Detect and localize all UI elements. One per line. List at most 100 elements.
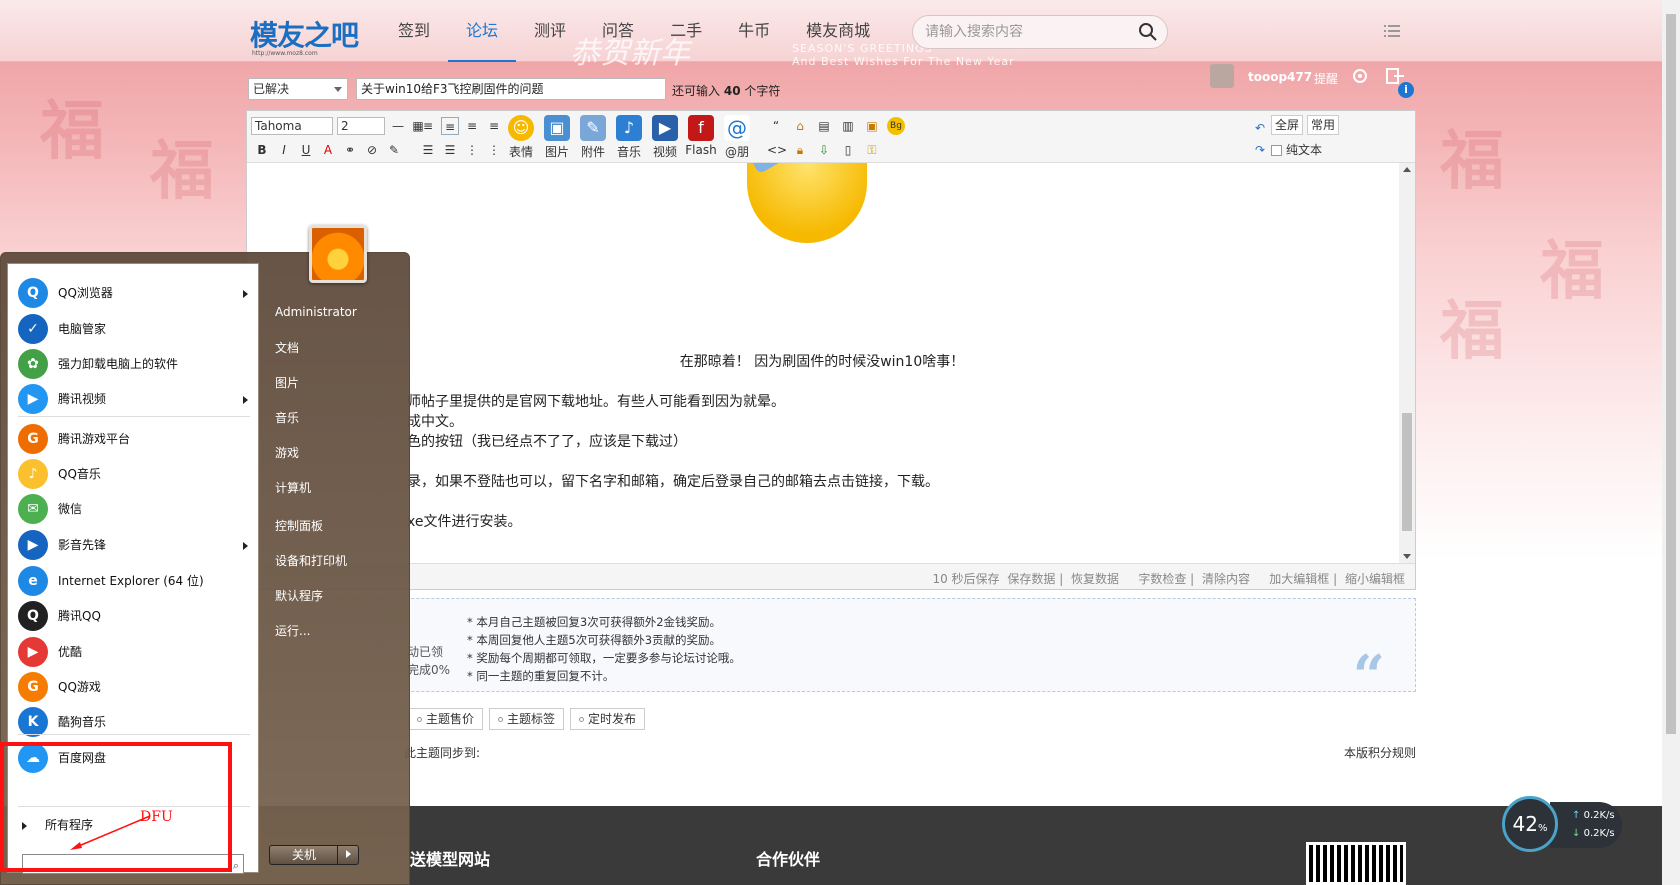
- free-icon[interactable]: ▤: [815, 117, 833, 135]
- nav-item-mall[interactable]: 模友商城: [788, 0, 888, 62]
- font-color-icon[interactable]: A: [319, 141, 337, 159]
- title-field[interactable]: 关于win10给F3飞控刷固件的问题: [356, 78, 666, 100]
- user-picture[interactable]: [309, 225, 367, 283]
- lock-icon[interactable]: 🔒︎: [791, 141, 809, 159]
- link-icon[interactable]: ⚭: [341, 141, 359, 159]
- horizontal-rule-icon[interactable]: —: [389, 117, 407, 135]
- start-link-default-programs[interactable]: 默认程序: [275, 587, 323, 604]
- editor-content[interactable]: 在那晾着！ 因为刷固件的时候没win10啥事！ 师帖子里提供的是官网下载地址。有…: [247, 163, 1397, 563]
- font-size-select[interactable]: 2: [337, 117, 385, 135]
- password-icon[interactable]: ⚿: [863, 141, 881, 159]
- float-left-icon[interactable]: ☰: [419, 141, 437, 159]
- underline-icon[interactable]: U: [297, 141, 315, 159]
- nav-item-coins[interactable]: 牛币: [720, 0, 788, 62]
- quote-icon[interactable]: “: [767, 117, 785, 135]
- restore-data-link[interactable]: 恢复数据: [1071, 572, 1119, 586]
- start-program-item[interactable]: ✉ 微信: [14, 492, 254, 526]
- start-program-item[interactable]: Q QQ浏览器: [14, 276, 254, 310]
- avatar[interactable]: [1210, 64, 1234, 88]
- search-input[interactable]: 请输入搜索内容: [912, 15, 1168, 49]
- start-program-item[interactable]: G QQ游戏: [14, 670, 254, 704]
- nav-item-review[interactable]: 测评: [516, 0, 584, 62]
- image-button[interactable]: ▣ 图片: [541, 115, 573, 160]
- status-select[interactable]: 已解决: [248, 78, 348, 100]
- start-program-item[interactable]: ♪ QQ音乐: [14, 457, 254, 491]
- memory-usage-circle[interactable]: 42%: [1502, 796, 1558, 852]
- align-center-icon[interactable]: ≡: [441, 117, 459, 135]
- start-link-computer[interactable]: 计算机: [275, 479, 311, 496]
- video-button[interactable]: ▶ 视频: [649, 115, 681, 160]
- download-icon[interactable]: ⇩: [815, 141, 833, 159]
- start-program-item[interactable]: G 腾讯游戏平台: [14, 422, 254, 456]
- align-justify-icon[interactable]: ≡: [485, 117, 503, 135]
- notification-link[interactable]: 提醒: [1314, 70, 1338, 87]
- start-program-item[interactable]: ▶ 优酷: [14, 635, 254, 669]
- editor-scrollbar[interactable]: [1399, 163, 1415, 563]
- word-count-link[interactable]: 字数检查: [1138, 572, 1186, 586]
- start-program-item[interactable]: e Internet Explorer (64 位): [14, 564, 254, 598]
- start-link-devices[interactable]: 设备和打印机: [275, 552, 347, 569]
- plain-text-toggle[interactable]: 纯文本: [1271, 141, 1322, 158]
- start-link-games[interactable]: 游戏: [275, 444, 299, 461]
- clear-format-icon[interactable]: ✎: [385, 141, 403, 159]
- tab-tags[interactable]: 主题标签: [489, 708, 565, 730]
- music-button[interactable]: ♪ 音乐: [613, 115, 645, 160]
- index-icon[interactable]: ▥: [839, 117, 857, 135]
- background-icon[interactable]: Bg: [887, 117, 905, 135]
- start-link-pictures[interactable]: 图片: [275, 374, 299, 391]
- scrollbar-thumb[interactable]: [1402, 413, 1412, 531]
- unlink-icon[interactable]: ⊘: [363, 141, 381, 159]
- checkbox[interactable]: [1271, 145, 1282, 156]
- redo-icon[interactable]: ↷: [1251, 141, 1269, 159]
- italic-icon[interactable]: I: [275, 141, 293, 159]
- align-right-icon[interactable]: ≡: [463, 117, 481, 135]
- search-icon[interactable]: [1138, 22, 1158, 42]
- shutdown-options-icon[interactable]: [337, 845, 359, 865]
- mention-button[interactable]: @ @朋: [721, 115, 753, 160]
- start-link-run[interactable]: 运行...: [275, 622, 310, 639]
- flash-button[interactable]: f Flash: [685, 115, 717, 157]
- menu-icon[interactable]: [1384, 24, 1400, 38]
- nav-item-forum[interactable]: 论坛: [448, 0, 517, 62]
- fullscreen-button[interactable]: 全屏: [1271, 115, 1304, 135]
- start-link-administrator[interactable]: Administrator: [275, 305, 357, 319]
- save-data-link[interactable]: 保存数据: [1007, 572, 1055, 586]
- scroll-down-icon[interactable]: [1403, 554, 1411, 559]
- start-link-music[interactable]: 音乐: [275, 409, 299, 426]
- nav-item-secondhand[interactable]: 二手: [652, 0, 720, 62]
- page-icon[interactable]: ▯: [839, 141, 857, 159]
- enlarge-editor-link[interactable]: 加大编辑框: [1269, 572, 1329, 586]
- nav-item-signin[interactable]: 签到: [380, 0, 448, 62]
- attachment-button[interactable]: ✎ 附件: [577, 115, 609, 160]
- common-button[interactable]: 常用: [1307, 115, 1340, 135]
- tab-price[interactable]: 主题售价: [408, 708, 484, 730]
- scroll-up-icon[interactable]: [1403, 167, 1411, 172]
- code-icon[interactable]: <>: [767, 141, 787, 159]
- network-speed-widget[interactable]: ↑ 0.2K/s ↓ 0.2K/s 42%: [1502, 796, 1622, 858]
- page-scrollbar[interactable]: [1662, 0, 1680, 885]
- ordered-list-icon[interactable]: ⋮: [463, 141, 481, 159]
- nav-item-qa[interactable]: 问答: [584, 0, 652, 62]
- scrollbar-thumb[interactable]: [1666, 14, 1676, 734]
- undo-icon[interactable]: ↶: [1251, 119, 1269, 137]
- unordered-list-icon[interactable]: ⋮: [485, 141, 503, 159]
- shrink-editor-link[interactable]: 缩小编辑框: [1345, 572, 1405, 586]
- font-select[interactable]: Tahoma: [251, 117, 333, 135]
- template-icon[interactable]: ▣: [863, 117, 881, 135]
- info-icon[interactable]: i: [1398, 82, 1414, 98]
- gear-icon[interactable]: [1350, 66, 1370, 86]
- float-right-icon[interactable]: ☰: [441, 141, 459, 159]
- start-program-item[interactable]: ✓ 电脑管家: [14, 312, 254, 346]
- clear-content-link[interactable]: 清除内容: [1202, 572, 1250, 586]
- site-logo[interactable]: 模友之吧 http://www.moz8.com: [250, 14, 359, 57]
- username[interactable]: tooop477: [1248, 70, 1312, 84]
- start-program-item[interactable]: ✿ 强力卸载电脑上的软件: [14, 347, 254, 381]
- start-link-documents[interactable]: 文档: [275, 339, 299, 356]
- start-link-control-panel[interactable]: 控制面板: [275, 517, 323, 534]
- start-program-item[interactable]: ▶ 腾讯视频: [14, 382, 254, 416]
- bold-icon[interactable]: B: [253, 141, 271, 159]
- align-left-icon[interactable]: ≡: [419, 117, 437, 135]
- emoji-button[interactable]: ☺ 表情: [505, 115, 537, 160]
- start-program-item[interactable]: Q 腾讯QQ: [14, 599, 254, 633]
- points-rule-link[interactable]: 本版积分规则: [1344, 744, 1416, 761]
